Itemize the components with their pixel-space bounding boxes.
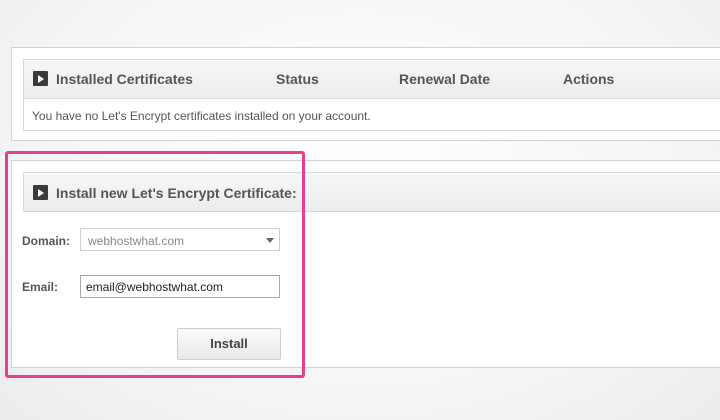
chevron-down-icon: [266, 238, 274, 243]
domain-label: Domain:: [22, 234, 70, 248]
email-label: Email:: [22, 280, 59, 294]
column-renewal-date: Renewal Date: [399, 71, 491, 87]
domain-select-value: webhostwhat.com: [88, 234, 185, 248]
certificates-table-header: Installed Certificates Status Renewal Da…: [24, 60, 720, 99]
domain-select[interactable]: webhostwhat.com: [80, 228, 280, 251]
install-button[interactable]: Install: [177, 328, 281, 360]
empty-certificates-message: You have no Let's Encrypt certificates i…: [32, 109, 371, 123]
install-certificate-panel: Install new Let's Encrypt Certificate: D…: [11, 160, 720, 368]
certificates-table: Installed Certificates Status Renewal Da…: [23, 59, 720, 131]
expand-toggle-icon[interactable]: [33, 185, 48, 200]
column-status: Status: [276, 71, 319, 87]
email-field[interactable]: [80, 275, 280, 298]
column-actions: Actions: [563, 71, 615, 87]
install-section-title: Install new Let's Encrypt Certificate:: [56, 185, 297, 201]
install-section-header: Install new Let's Encrypt Certificate:: [23, 172, 720, 212]
expand-toggle-icon[interactable]: [33, 71, 48, 86]
column-installed-certificates: Installed Certificates: [56, 71, 193, 87]
installed-certificates-panel: Installed Certificates Status Renewal Da…: [11, 47, 720, 141]
